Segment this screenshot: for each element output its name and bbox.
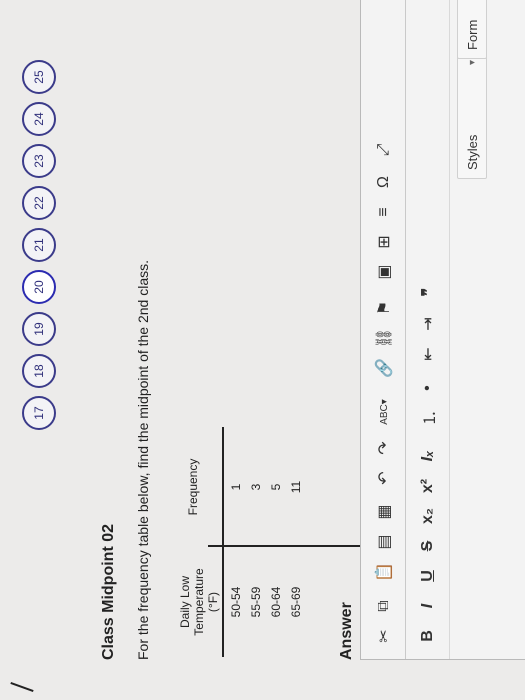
question-bubble-20[interactable]: 20 — [22, 270, 56, 304]
table-row: 55-59 3 — [246, 407, 266, 657]
editor-toolbar-row-2: B I U S x₂ x² Iₓ ⒈ • ⇤ ⇥ ❞ Styles ▾ Form — [405, 0, 487, 659]
table-row: 60-64 5 — [266, 407, 286, 657]
anchor-flag-icon[interactable]: ⚑ — [369, 293, 399, 323]
horizontal-rule-icon[interactable]: ≡ — [369, 197, 399, 227]
question-instruction: For the frequency table below, find the … — [135, 259, 151, 660]
question-title: Class Midpoint 02 — [100, 523, 117, 660]
editor-toolbar-row-1: ✂ ⧉ 📋 ▤ ▦ ↶ ↷ ABC▾ 🔗 ⛓ ⚑ ▣ ⊞ ≡ Ω ⤢ — [361, 0, 406, 659]
question-bubble-19[interactable]: 19 — [22, 312, 56, 346]
question-bubble-24[interactable]: 24 — [22, 102, 56, 136]
increase-indent-icon[interactable]: ⇥ — [413, 309, 443, 339]
question-bubble-22[interactable]: 22 — [22, 186, 56, 220]
question-navigation: 17 18 19 20 21 22 23 24 25 — [0, 0, 70, 700]
rotated-page: 17 18 19 20 21 22 23 24 25 Class Midpoin… — [0, 0, 525, 700]
italic-icon[interactable]: I — [413, 591, 443, 621]
temperature-range: 50-54 — [229, 586, 243, 618]
table-header-row: Daily Low Temperature (°F) Frequency — [178, 407, 220, 657]
frequency-header: Frequency — [186, 458, 200, 516]
format-dropdown[interactable]: Form — [457, 0, 487, 59]
temperature-range: 65-69 — [289, 586, 303, 618]
temperature-header: Daily Low Temperature (°F) — [178, 547, 220, 657]
chevron-down-icon: ▾ — [466, 60, 478, 66]
question-bubble-17[interactable]: 17 — [22, 396, 56, 430]
back-link[interactable] — [10, 640, 40, 700]
special-character-icon[interactable]: Ω — [369, 167, 399, 197]
copy-icon[interactable]: ⧉ — [369, 591, 399, 621]
frequency-table: Daily Low Temperature (°F) Frequency 50-… — [178, 407, 400, 657]
frequency-value: 3 — [249, 483, 263, 491]
unlink-icon[interactable]: ⛓ — [369, 323, 399, 353]
superscript-icon[interactable]: x² — [413, 471, 443, 501]
rich-text-editor[interactable]: ✂ ⧉ 📋 ▤ ▦ ↶ ↷ ABC▾ 🔗 ⛓ ⚑ ▣ ⊞ ≡ Ω ⤢ B I U — [360, 0, 525, 660]
image-icon[interactable]: ▣ — [369, 257, 399, 287]
table-row: 50-54 1 — [226, 407, 246, 657]
temperature-range: 60-64 — [269, 586, 283, 618]
table-row: 65-69 11 — [286, 407, 306, 657]
remove-format-icon[interactable]: Iₓ — [413, 441, 443, 471]
frequency-value: 5 — [269, 483, 283, 491]
underline-icon[interactable]: U — [413, 561, 443, 591]
bulleted-list-icon[interactable]: • — [413, 373, 443, 403]
table-header-divider — [222, 427, 224, 657]
question-bubble-23[interactable]: 23 — [22, 144, 56, 178]
styles-dropdown-label: Styles — [464, 134, 480, 170]
cut-icon[interactable]: ✂ — [369, 621, 399, 651]
blockquote-icon[interactable]: ❞ — [413, 277, 443, 307]
frequency-value: 11 — [289, 480, 303, 494]
answer-label: Answer — [338, 602, 355, 660]
screen: 17 18 19 20 21 22 23 24 25 Class Midpoin… — [0, 0, 525, 700]
back-link-stroke — [10, 681, 34, 693]
question-bubble-18[interactable]: 18 — [22, 354, 56, 388]
paste-icon[interactable]: 📋 — [369, 557, 399, 587]
table-icon[interactable]: ⊞ — [369, 227, 399, 257]
temperature-header-line1: Daily Low Temperature — [178, 568, 206, 636]
paste-text-icon[interactable]: ▤ — [369, 527, 399, 557]
strikethrough-icon[interactable]: S — [413, 531, 443, 561]
link-icon[interactable]: 🔗 — [369, 353, 399, 383]
temperature-header-line2: (°F) — [206, 591, 220, 613]
redo-icon[interactable]: ↷ — [369, 433, 399, 463]
numbered-list-icon[interactable]: ⒈ — [413, 403, 443, 433]
format-dropdown-label: Form — [464, 19, 480, 50]
question-bubble-21[interactable]: 21 — [22, 228, 56, 262]
paste-word-icon[interactable]: ▦ — [369, 497, 399, 527]
undo-icon[interactable]: ↶ — [369, 463, 399, 493]
frequency-value: 1 — [229, 483, 243, 491]
maximize-icon[interactable]: ⤢ — [369, 135, 399, 165]
temperature-range: 55-59 — [249, 586, 263, 618]
bold-icon[interactable]: B — [413, 621, 443, 651]
subscript-icon[interactable]: x₂ — [413, 501, 443, 531]
decrease-indent-icon[interactable]: ⇤ — [413, 339, 443, 369]
styles-dropdown[interactable]: Styles ▾ — [457, 51, 487, 179]
spellcheck-icon[interactable]: ABC▾ — [369, 397, 399, 427]
question-bubble-25[interactable]: 25 — [22, 60, 56, 94]
